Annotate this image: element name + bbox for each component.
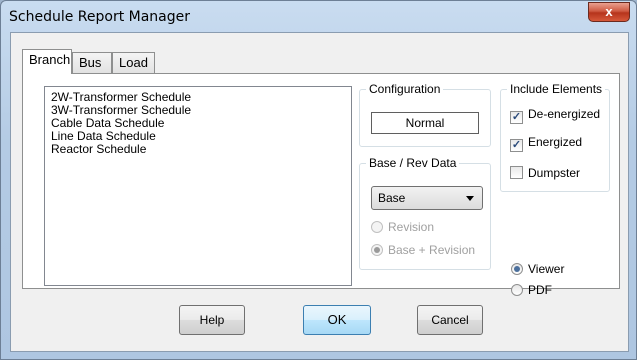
radio-icon — [371, 244, 383, 256]
close-icon: x — [605, 4, 613, 19]
tab-bus[interactable]: Bus — [72, 52, 112, 73]
dialog-body: Branch Bus Load 2W-Transformer Schedule … — [10, 32, 629, 352]
revision-label: Revision — [388, 220, 435, 234]
title-bar[interactable]: Schedule Report Manager x — [1, 1, 636, 31]
energized-label: Energized — [528, 135, 583, 149]
base-plus-revision-label: Base + Revision — [388, 243, 476, 257]
dumpster-label: Dumpster — [528, 166, 581, 180]
radio-icon — [511, 263, 523, 275]
configuration-field: Normal — [371, 112, 479, 134]
radio-icon — [511, 284, 523, 296]
close-button[interactable]: x — [588, 2, 630, 22]
schedule-report-manager-window: Schedule Report Manager x Branch Bus Loa… — [0, 0, 637, 360]
tab-load[interactable]: Load — [112, 52, 155, 73]
viewer-label: Viewer — [528, 262, 565, 276]
viewer-radio[interactable]: Viewer — [511, 262, 564, 276]
check-icon: ✓ — [510, 111, 523, 124]
list-item[interactable]: Reactor Schedule — [51, 143, 345, 156]
empty-checkbox-icon — [510, 166, 523, 179]
de-energized-label: De-energized — [528, 107, 601, 121]
include-elements-group: Include Elements ✓ De-energized ✓ Energize… — [500, 82, 610, 192]
configuration-label: Configuration — [366, 82, 444, 96]
base-rev-label: Base / Rev Data — [366, 156, 460, 170]
configuration-group: Configuration Normal — [359, 82, 491, 147]
check-icon: ✓ — [510, 139, 523, 152]
base-rev-group: Base / Rev Data Base Revision Base + Rev… — [359, 156, 491, 270]
include-elements-label: Include Elements — [507, 82, 606, 96]
cancel-button[interactable]: Cancel — [417, 305, 483, 335]
revision-radio[interactable]: Revision — [371, 220, 434, 234]
dumpster-checkbox[interactable]: Dumpster — [510, 166, 580, 180]
base-rev-selected: Base — [378, 191, 406, 205]
radio-icon — [371, 221, 383, 233]
energized-checkbox[interactable]: ✓ Energized — [510, 135, 582, 152]
pdf-label: PDF — [528, 283, 552, 297]
tab-branch[interactable]: Branch — [22, 49, 72, 74]
window-title: Schedule Report Manager — [9, 9, 191, 25]
base-plus-revision-radio[interactable]: Base + Revision — [371, 243, 475, 257]
de-energized-checkbox[interactable]: ✓ De-energized — [510, 107, 600, 124]
tab-panel-branch: 2W-Transformer Schedule 3W-Transformer S… — [22, 73, 620, 289]
help-button[interactable]: Help — [179, 305, 245, 335]
chevron-down-icon — [466, 196, 474, 201]
pdf-radio[interactable]: PDF — [511, 283, 552, 297]
ok-button[interactable]: OK — [303, 305, 371, 335]
schedule-list[interactable]: 2W-Transformer Schedule 3W-Transformer S… — [44, 86, 352, 286]
base-rev-dropdown[interactable]: Base — [371, 186, 483, 210]
